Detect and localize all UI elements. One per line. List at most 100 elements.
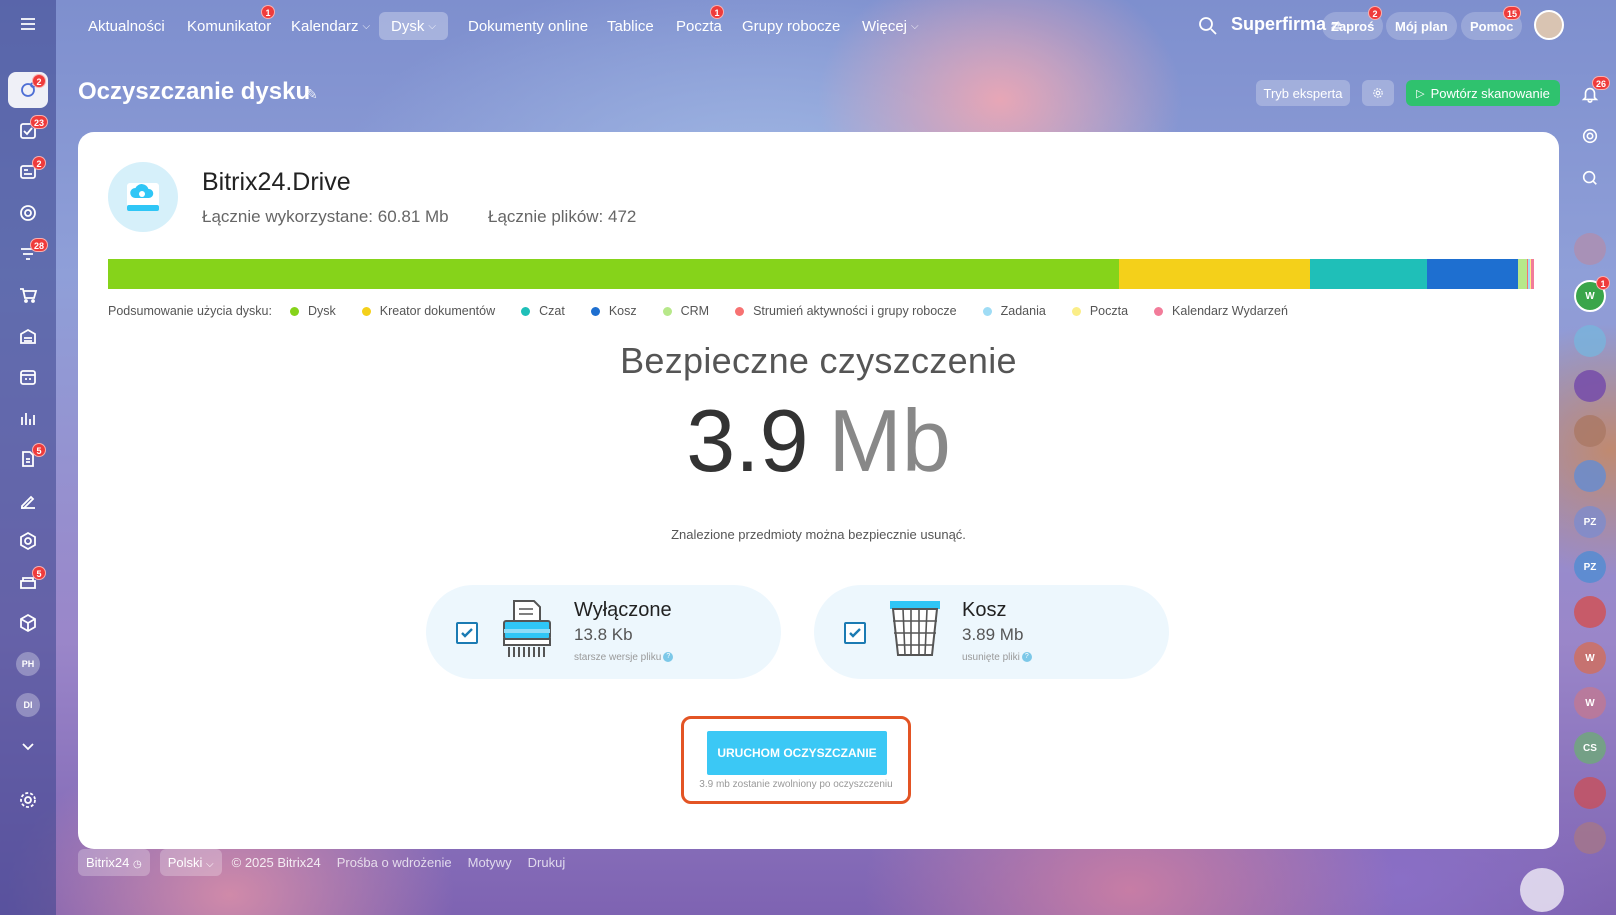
nav-item-calendar[interactable]: Kalendarz ⌵ bbox=[281, 12, 380, 40]
language-label: Polski bbox=[167, 854, 203, 870]
brand-label: Bitrix24 bbox=[86, 854, 130, 870]
sidebar-item-cart[interactable] bbox=[8, 277, 48, 313]
menu-toggle-icon[interactable] bbox=[8, 6, 48, 42]
option-checkbox[interactable] bbox=[456, 622, 478, 644]
option-trash[interactable]: Kosz 3.89 Mb usunięte pliki? bbox=[814, 585, 1169, 679]
legend-dot bbox=[662, 306, 672, 316]
sidebar-item-sign[interactable] bbox=[8, 482, 48, 518]
sidebar-item-tasks[interactable]: 23 bbox=[8, 113, 49, 149]
settings-button[interactable] bbox=[1362, 80, 1394, 106]
cleanup-size-value: 3.9 bbox=[686, 391, 809, 490]
legend-item: Kosz bbox=[590, 304, 637, 318]
chat-avatar-w[interactable]: W bbox=[1574, 687, 1606, 719]
sidebar-item-analytics[interactable] bbox=[8, 400, 48, 436]
expert-mode-button[interactable]: Tryb eksperta bbox=[1256, 80, 1350, 106]
disk-usage-bar bbox=[108, 259, 1534, 289]
shredder-icon bbox=[503, 600, 551, 657]
my-plan-button[interactable]: Mój plan bbox=[1386, 12, 1457, 40]
legend-title: Podsumowanie użycia dysku: bbox=[108, 304, 272, 318]
sidebar-item-market[interactable] bbox=[8, 605, 48, 641]
invite-badge: 2 bbox=[1368, 6, 1382, 20]
store-badge: 5 bbox=[32, 566, 46, 580]
avatar-initials: W bbox=[1585, 697, 1595, 709]
chat-avatar[interactable] bbox=[1574, 370, 1606, 402]
search-chat-icon[interactable] bbox=[1574, 162, 1606, 194]
option-size: 3.89 Mb bbox=[962, 625, 1024, 644]
chat-avatar[interactable] bbox=[1574, 325, 1606, 357]
nav-item-drive[interactable]: Dysk ⌵ bbox=[379, 12, 448, 40]
sidebar-item-calendar[interactable] bbox=[8, 359, 48, 395]
user-avatar[interactable] bbox=[1534, 10, 1564, 40]
avatar-initials: PZ bbox=[1583, 516, 1597, 528]
mail-badge: 1 bbox=[710, 5, 724, 19]
sidebar-avatar-ph[interactable]: PH bbox=[8, 646, 48, 682]
help-icon[interactable]: ? bbox=[1021, 652, 1032, 662]
footer-brand[interactable]: Bitrix24 ◷ bbox=[78, 848, 150, 876]
expand-more-icon[interactable] bbox=[8, 728, 48, 764]
usage-segment-4 bbox=[1518, 259, 1527, 289]
option-disabled-versions[interactable]: Wyłączone 13.8 Kb starsze wersje pliku? bbox=[426, 585, 781, 679]
search-icon[interactable] bbox=[1198, 16, 1218, 36]
expert-mode-label: Tryb eksperta bbox=[1263, 85, 1343, 101]
footer-link-implementation[interactable]: Prośba o wdrożenie bbox=[337, 855, 452, 870]
footer-link-print[interactable]: Drukuj bbox=[528, 855, 566, 870]
cleanup-size: 3.9 Mb bbox=[78, 390, 1559, 492]
nav-item-more[interactable]: Więcej ⌵ bbox=[852, 12, 929, 40]
nav-item-workgroups[interactable]: Grupy robocze bbox=[732, 12, 850, 40]
sidebar-item-documents[interactable]: 5 bbox=[8, 441, 48, 477]
option-size: 13.8 Kb bbox=[574, 625, 633, 644]
nav-item-mail[interactable]: Poczta 1 bbox=[666, 5, 732, 40]
help-icon[interactable]: ? bbox=[663, 652, 674, 662]
notifications-bell-icon[interactable]: 26 bbox=[1574, 76, 1611, 110]
legend-label: Strumień aktywności i grupy robocze bbox=[753, 304, 957, 318]
sidebar-item-feed[interactable]: 2 bbox=[8, 72, 48, 108]
language-select[interactable]: Polski ⌵ bbox=[159, 848, 222, 876]
chat-avatar[interactable] bbox=[1574, 415, 1606, 447]
chat-avatar-cs[interactable]: CS bbox=[1574, 732, 1606, 764]
invite-button[interactable]: Zaproś 2 bbox=[1322, 6, 1384, 40]
rescan-button[interactable]: ▷ Powtórz skanowanie bbox=[1406, 80, 1560, 106]
legend-dot bbox=[1154, 306, 1164, 316]
nav-item-news[interactable]: Aktualności bbox=[78, 12, 175, 40]
chat-widget-button[interactable] bbox=[1520, 868, 1564, 912]
drive-files-total: Łącznie plików: 472 bbox=[488, 207, 637, 226]
tasks-chat-icon[interactable] bbox=[1574, 777, 1606, 809]
funnel-badge: 28 bbox=[30, 238, 49, 252]
avatar: DI bbox=[16, 693, 40, 717]
check-icon bbox=[849, 628, 861, 638]
nav-label: Poczta bbox=[676, 17, 722, 35]
sidebar-item-store[interactable]: 5 bbox=[8, 564, 48, 600]
sidebar-item-crm[interactable]: 2 bbox=[8, 154, 48, 190]
legend-items: Dysk Kreator dokumentów Czat Kosz CRM Strumie… bbox=[289, 304, 1314, 318]
help-button[interactable]: Pomoc 15 bbox=[1461, 6, 1523, 40]
settings-gear-icon[interactable] bbox=[8, 782, 48, 818]
chat-avatar[interactable] bbox=[1574, 233, 1606, 265]
pin-icon[interactable]: ✎ bbox=[306, 86, 318, 103]
feed-badge: 2 bbox=[32, 74, 46, 88]
chat-avatar-w[interactable]: W 1 bbox=[1574, 276, 1610, 312]
legend-item: Poczta bbox=[1071, 304, 1129, 318]
chat-avatar-pz[interactable]: PZ bbox=[1574, 506, 1606, 538]
footer-link-themes[interactable]: Motywy bbox=[468, 855, 512, 870]
sidebar-item-automation[interactable] bbox=[8, 523, 48, 559]
run-cleanup-button[interactable]: URUCHOM OCZYSZCZANIE bbox=[707, 731, 887, 775]
chat-avatar-pz[interactable]: PZ bbox=[1574, 551, 1606, 583]
legend-label: Poczta bbox=[1089, 304, 1129, 318]
sidebar-avatar-di[interactable]: DI bbox=[8, 687, 48, 723]
option-checkbox[interactable] bbox=[844, 622, 866, 644]
rescan-label: Powtórz skanowanie bbox=[1430, 85, 1550, 101]
avatar-initials: PZ bbox=[1583, 561, 1597, 573]
sidebar-item-target[interactable] bbox=[8, 195, 48, 231]
nav-item-messenger[interactable]: Komunikator 1 bbox=[177, 5, 281, 40]
nav-item-online-docs[interactable]: Dokumenty online bbox=[458, 12, 598, 40]
sidebar-item-funnel[interactable]: 28 bbox=[8, 236, 49, 272]
nav-label: Dysk bbox=[391, 17, 425, 35]
nav-item-boards[interactable]: Tablice bbox=[597, 12, 664, 40]
tasks-chat-icon[interactable] bbox=[1574, 822, 1606, 854]
sidebar-item-warehouse[interactable] bbox=[8, 318, 48, 354]
chat-avatar-w[interactable]: W bbox=[1574, 642, 1606, 674]
video-call-icon[interactable] bbox=[1574, 596, 1606, 628]
activity-icon[interactable] bbox=[1574, 120, 1606, 152]
chat-group-icon[interactable] bbox=[1574, 460, 1606, 492]
nav-label: Komunikator bbox=[187, 17, 272, 35]
